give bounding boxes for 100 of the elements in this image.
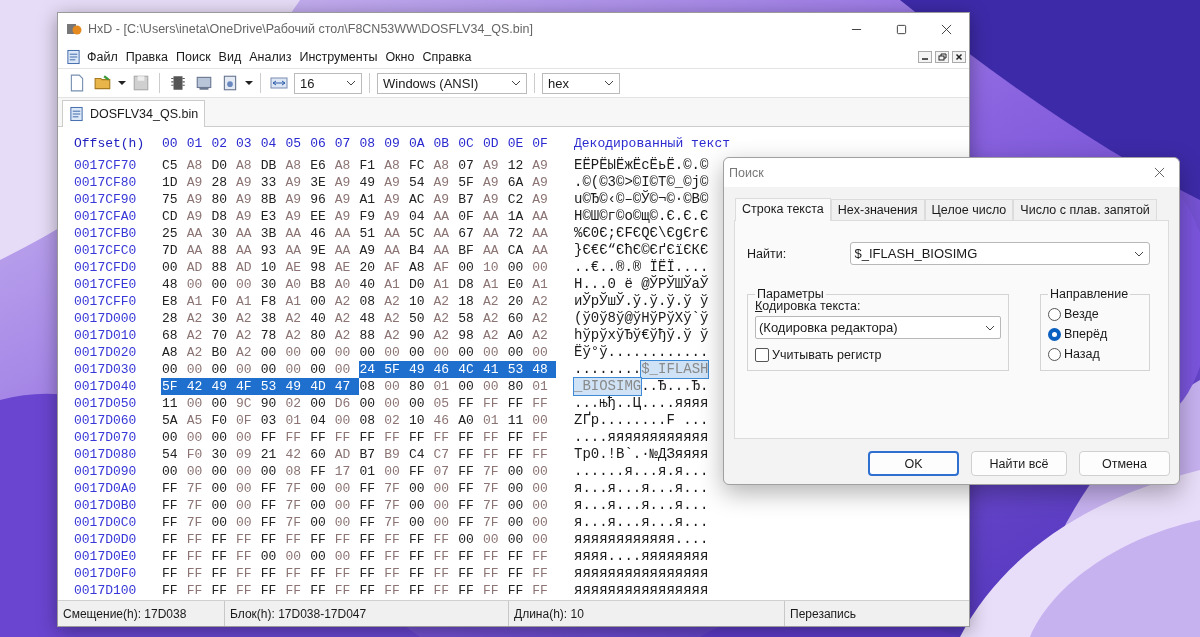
close-icon[interactable]: [952, 50, 966, 63]
hex-byte[interactable]: FF: [358, 548, 384, 565]
hex-byte[interactable]: FF: [531, 446, 556, 463]
hex-byte[interactable]: 42: [284, 446, 310, 463]
hex-byte[interactable]: 30: [210, 310, 236, 327]
hex-byte[interactable]: AE: [284, 259, 310, 276]
hex-byte[interactable]: 90: [407, 327, 433, 344]
hex-byte[interactable]: 24: [358, 361, 384, 378]
restore-icon[interactable]: [935, 50, 949, 63]
hex-byte[interactable]: FF: [407, 548, 433, 565]
hex-byte[interactable]: A9: [284, 174, 310, 191]
hex-byte[interactable]: FF: [506, 429, 532, 446]
hex-byte[interactable]: A0: [284, 276, 310, 293]
menu-item[interactable]: Вид: [218, 49, 242, 64]
hex-byte[interactable]: A8: [185, 157, 211, 174]
hex-byte[interactable]: 00: [309, 497, 334, 514]
hex-byte[interactable]: 00: [531, 463, 556, 480]
hex-byte[interactable]: 54: [161, 446, 186, 463]
hex-byte[interactable]: A8: [407, 259, 433, 276]
hex-byte[interactable]: FF: [161, 548, 186, 565]
hex-byte[interactable]: FF: [457, 463, 482, 480]
hex-byte[interactable]: 00: [506, 480, 532, 497]
hex-byte[interactable]: 80: [407, 378, 433, 395]
hex-byte[interactable]: AA: [531, 208, 556, 225]
menu-item[interactable]: Окно: [385, 49, 415, 64]
hex-byte[interactable]: A8: [333, 157, 359, 174]
hex-byte[interactable]: 00: [235, 463, 260, 480]
hex-byte[interactable]: 1D: [161, 174, 186, 191]
hex-byte[interactable]: 80: [506, 378, 532, 395]
hex-byte[interactable]: 00: [457, 344, 482, 361]
hex-byte[interactable]: 00: [210, 429, 236, 446]
hex-byte[interactable]: FF: [284, 429, 310, 446]
hex-byte[interactable]: 88: [210, 259, 236, 276]
hex-byte[interactable]: A1: [481, 276, 507, 293]
hex-byte[interactable]: 09: [235, 446, 260, 463]
hex-byte[interactable]: 30: [210, 446, 236, 463]
hex-byte[interactable]: AA: [235, 225, 260, 242]
hex-byte[interactable]: FF: [457, 514, 482, 531]
hex-byte[interactable]: BF: [457, 242, 482, 259]
hex-byte[interactable]: 00: [457, 259, 482, 276]
hex-byte[interactable]: 1A: [506, 208, 532, 225]
hex-byte[interactable]: FF: [185, 548, 211, 565]
hex-byte[interactable]: FF: [481, 582, 507, 599]
hex-byte[interactable]: 00: [432, 514, 458, 531]
hex-byte[interactable]: A2: [284, 327, 310, 344]
hex-byte[interactable]: 47: [333, 378, 359, 395]
hex-byte[interactable]: AA: [383, 242, 408, 259]
hex-byte[interactable]: 3E: [309, 174, 334, 191]
hex-byte[interactable]: A2: [383, 310, 408, 327]
dialog-button[interactable]: Найти всё: [971, 451, 1067, 476]
hex-byte[interactable]: CD: [161, 208, 186, 225]
hex-byte[interactable]: AE: [333, 259, 359, 276]
maximize-icon[interactable]: [896, 23, 907, 35]
hex-byte[interactable]: 00: [531, 412, 556, 429]
hex-byte[interactable]: C5: [161, 157, 186, 174]
hex-byte[interactable]: 28: [210, 174, 236, 191]
hex-byte[interactable]: FC: [407, 157, 433, 174]
hex-byte[interactable]: 00: [383, 378, 408, 395]
hex-byte[interactable]: 00: [284, 344, 310, 361]
hex-byte[interactable]: FF: [432, 548, 458, 565]
hex-byte[interactable]: 00: [333, 497, 359, 514]
hex-byte[interactable]: 00: [333, 344, 359, 361]
hex-byte[interactable]: 08: [358, 293, 384, 310]
hex-byte[interactable]: 9E: [309, 242, 334, 259]
hex-byte[interactable]: 01: [481, 412, 507, 429]
hex-byte[interactable]: 00: [210, 514, 236, 531]
hex-byte[interactable]: 00: [383, 344, 408, 361]
hex-byte[interactable]: 98: [457, 327, 482, 344]
hex-byte[interactable]: A9: [235, 191, 260, 208]
hex-byte[interactable]: CA: [506, 242, 532, 259]
hex-byte[interactable]: E6: [309, 157, 334, 174]
hex-byte[interactable]: 96: [309, 191, 334, 208]
hex-byte[interactable]: A2: [235, 344, 260, 361]
hex-byte[interactable]: 90: [259, 395, 285, 412]
hex-byte[interactable]: 07: [432, 463, 458, 480]
dialog-tab[interactable]: Hex-значения: [830, 199, 925, 220]
hex-byte[interactable]: 00: [259, 361, 285, 378]
hex-byte[interactable]: FF: [161, 514, 186, 531]
hex-byte[interactable]: FF: [457, 480, 482, 497]
hex-byte[interactable]: A2: [333, 293, 359, 310]
hex-byte[interactable]: A2: [383, 327, 408, 344]
hex-byte[interactable]: FF: [259, 480, 285, 497]
hex-byte[interactable]: 00: [333, 361, 359, 378]
hex-byte[interactable]: 00: [457, 378, 482, 395]
hex-byte[interactable]: A9: [235, 174, 260, 191]
hex-byte[interactable]: A8: [432, 157, 458, 174]
hex-byte[interactable]: AA: [531, 242, 556, 259]
hex-byte[interactable]: B4: [407, 242, 433, 259]
hex-byte[interactable]: 7F: [284, 480, 310, 497]
hex-byte[interactable]: 00: [358, 344, 384, 361]
hex-byte[interactable]: A1: [432, 276, 458, 293]
hex-byte[interactable]: A2: [481, 310, 507, 327]
hex-byte[interactable]: FF: [531, 548, 556, 565]
hex-byte[interactable]: 00: [506, 531, 532, 548]
hex-byte[interactable]: B7: [358, 446, 384, 463]
hex-byte[interactable]: 00: [506, 497, 532, 514]
hex-byte[interactable]: A9: [481, 191, 507, 208]
hex-byte[interactable]: 00: [210, 395, 236, 412]
hex-byte[interactable]: 10: [259, 259, 285, 276]
hex-byte[interactable]: FF: [531, 395, 556, 412]
